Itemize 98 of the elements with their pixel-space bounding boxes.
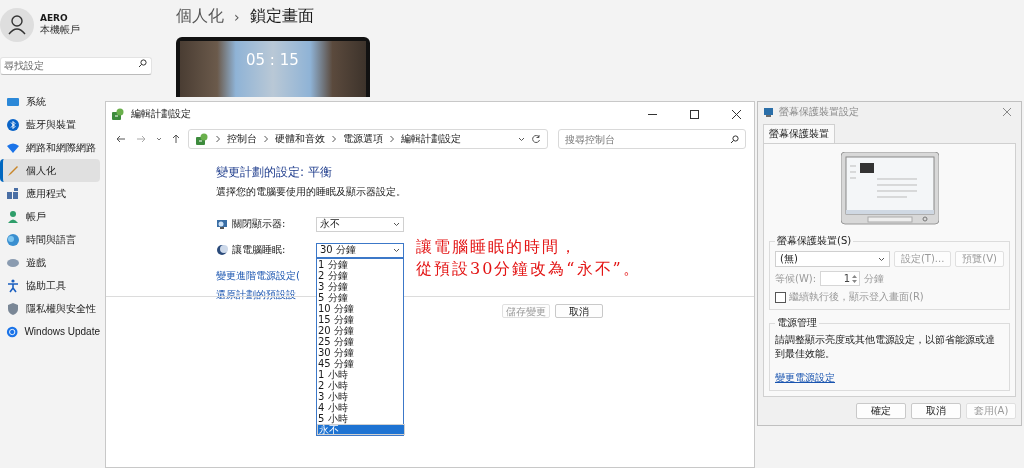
address-bar[interactable]: 控制台 硬體和音效 電源選項 編輯計劃設定 [188, 129, 548, 149]
dropdown-option[interactable]: 10 分鐘 [317, 302, 403, 314]
section-heading: 變更計劃的設定: 平衡 [216, 164, 333, 181]
dropdown-option[interactable]: 25 分鐘 [317, 335, 403, 347]
address-crumb[interactable]: 硬體和音效 [275, 132, 325, 146]
shield-icon [6, 301, 20, 316]
nav-item[interactable]: 時間與語言 [0, 228, 100, 251]
link[interactable]: 變更電源設定 [775, 372, 835, 383]
nav-item[interactable]: 網路和網際網路 [0, 136, 100, 159]
control-panel-icon [195, 132, 209, 146]
address-crumb[interactable]: 編輯計劃設定 [401, 132, 461, 146]
caret-icon [393, 221, 400, 227]
nav-item[interactable]: 遊戲 [0, 251, 100, 274]
cancel-button[interactable]: 取消 [555, 304, 603, 318]
maximize-icon [689, 109, 699, 119]
chevron-icon [215, 135, 221, 143]
tab[interactable]: 螢幕保護裝置 [763, 124, 835, 143]
monitor-icon [216, 218, 228, 230]
forward-arrow-icon [136, 135, 146, 143]
account-type: 本機帳戶 [40, 23, 80, 37]
close-icon [1003, 108, 1011, 116]
spinner-arrows-icon [852, 273, 858, 284]
nav-item[interactable]: Windows Update [0, 320, 100, 343]
globe-icon [6, 232, 20, 247]
chevron-icon [389, 135, 395, 143]
dropdown-option[interactable]: 30 分鐘 [317, 346, 403, 358]
dropdown-option[interactable]: 3 分鐘 [317, 280, 403, 292]
chevron-icon [331, 135, 337, 143]
up-button[interactable] [170, 132, 182, 146]
nav-item[interactable]: 系統 [0, 90, 100, 113]
avatar [0, 8, 34, 42]
forward-button[interactable] [134, 133, 148, 145]
dropdown-option[interactable]: 45 分鐘 [317, 357, 403, 369]
dropdown-option[interactable]: 永不 [317, 423, 405, 435]
refresh-icon [531, 134, 541, 144]
group-label: 電源管理 [776, 316, 818, 330]
link[interactable]: 變更進階電源設定( [216, 269, 300, 283]
back-arrow-icon [116, 135, 126, 143]
address-crumb[interactable]: 電源選項 [343, 132, 383, 146]
close-icon [731, 109, 741, 119]
nav-item[interactable]: 協助工具 [0, 274, 100, 297]
nav-item[interactable]: 帳戶 [0, 205, 100, 228]
group-label: 螢幕保護裝置(S) [776, 234, 853, 248]
annotation-text: 從預設30分鐘改為“永不”。 [416, 258, 641, 280]
accessibility-icon [6, 278, 20, 293]
breadcrumb-link[interactable]: 個人化 [176, 6, 224, 27]
page-title: 鎖定畫面 [249, 6, 314, 27]
control-panel-icon [111, 107, 125, 121]
nav-item[interactable]: 藍牙與裝置 [0, 113, 100, 136]
apps-icon [6, 186, 20, 201]
screen-saver-icon [763, 106, 774, 118]
chevron-icon [263, 135, 269, 143]
setting-label: 讓電腦睡眠: [232, 243, 287, 257]
caret-icon [877, 256, 885, 262]
dropdown[interactable]: 永不 [316, 216, 404, 232]
dropdown-option[interactable]: 2 小時 [317, 379, 403, 391]
dropdown[interactable]: 30 分鐘 [316, 242, 404, 258]
up-arrow-icon [172, 134, 180, 144]
dropdown-option[interactable]: 3 小時 [317, 390, 403, 402]
moon-icon [216, 244, 228, 256]
dropdown-option[interactable]: 20 分鐘 [317, 324, 403, 336]
unit-label: 分鐘 [864, 271, 885, 286]
description-text: 請調整顯示亮度或其他電源設定，以節省能源或達到最佳效能。 [775, 333, 996, 361]
nav-item[interactable]: 應用程式 [0, 182, 100, 205]
recent-locations-button[interactable] [154, 135, 164, 143]
dropdown-option[interactable]: 5 小時 [317, 412, 403, 424]
nav-item[interactable]: 個人化 [0, 159, 100, 182]
brush-icon [6, 163, 20, 178]
dropdown-option[interactable]: 5 分鐘 [317, 291, 403, 303]
wait-label: 等候(W): [775, 271, 817, 286]
description-text: 選擇您的電腦要使用的睡眠及顯示器設定。 [216, 185, 407, 199]
search-field[interactable]: 搜尋控制台 [558, 129, 746, 149]
caret-icon [156, 137, 162, 141]
nav-item[interactable]: 隱私權與安全性 [0, 297, 100, 320]
bluetooth-icon [6, 117, 20, 132]
clock-time: 05 : 15 [246, 51, 299, 69]
back-button[interactable] [114, 133, 128, 145]
cancel-button[interactable]: 取消 [911, 403, 961, 419]
caret-icon [393, 247, 400, 253]
search-icon [730, 135, 739, 144]
dropdown-option[interactable]: 2 分鐘 [317, 269, 403, 281]
person-icon [6, 209, 20, 224]
dropdown-option[interactable]: 4 小時 [317, 401, 403, 413]
window-title: 螢幕保護裝置設定 [779, 105, 860, 119]
address-crumb[interactable]: 控制台 [227, 132, 257, 146]
dropdown-option[interactable]: 1 分鐘 [317, 258, 403, 270]
search-field[interactable]: 尋找設定 [0, 56, 152, 75]
caret-icon [518, 136, 525, 142]
dropdown-option[interactable]: 1 小時 [317, 368, 403, 380]
window-title: 編輯計劃設定 [131, 107, 192, 121]
account-name: AERO [40, 13, 69, 23]
breadcrumb-separator: › [234, 8, 240, 25]
dropdown-option[interactable]: 15 分鐘 [317, 313, 403, 325]
ok-button[interactable]: 確定 [856, 403, 906, 419]
search-icon [138, 59, 147, 68]
annotation-text: 讓電腦睡眠的時間， [416, 236, 579, 258]
dropdown[interactable]: (無) [775, 251, 890, 267]
setting-label: 關閉顯示器: [232, 217, 287, 231]
